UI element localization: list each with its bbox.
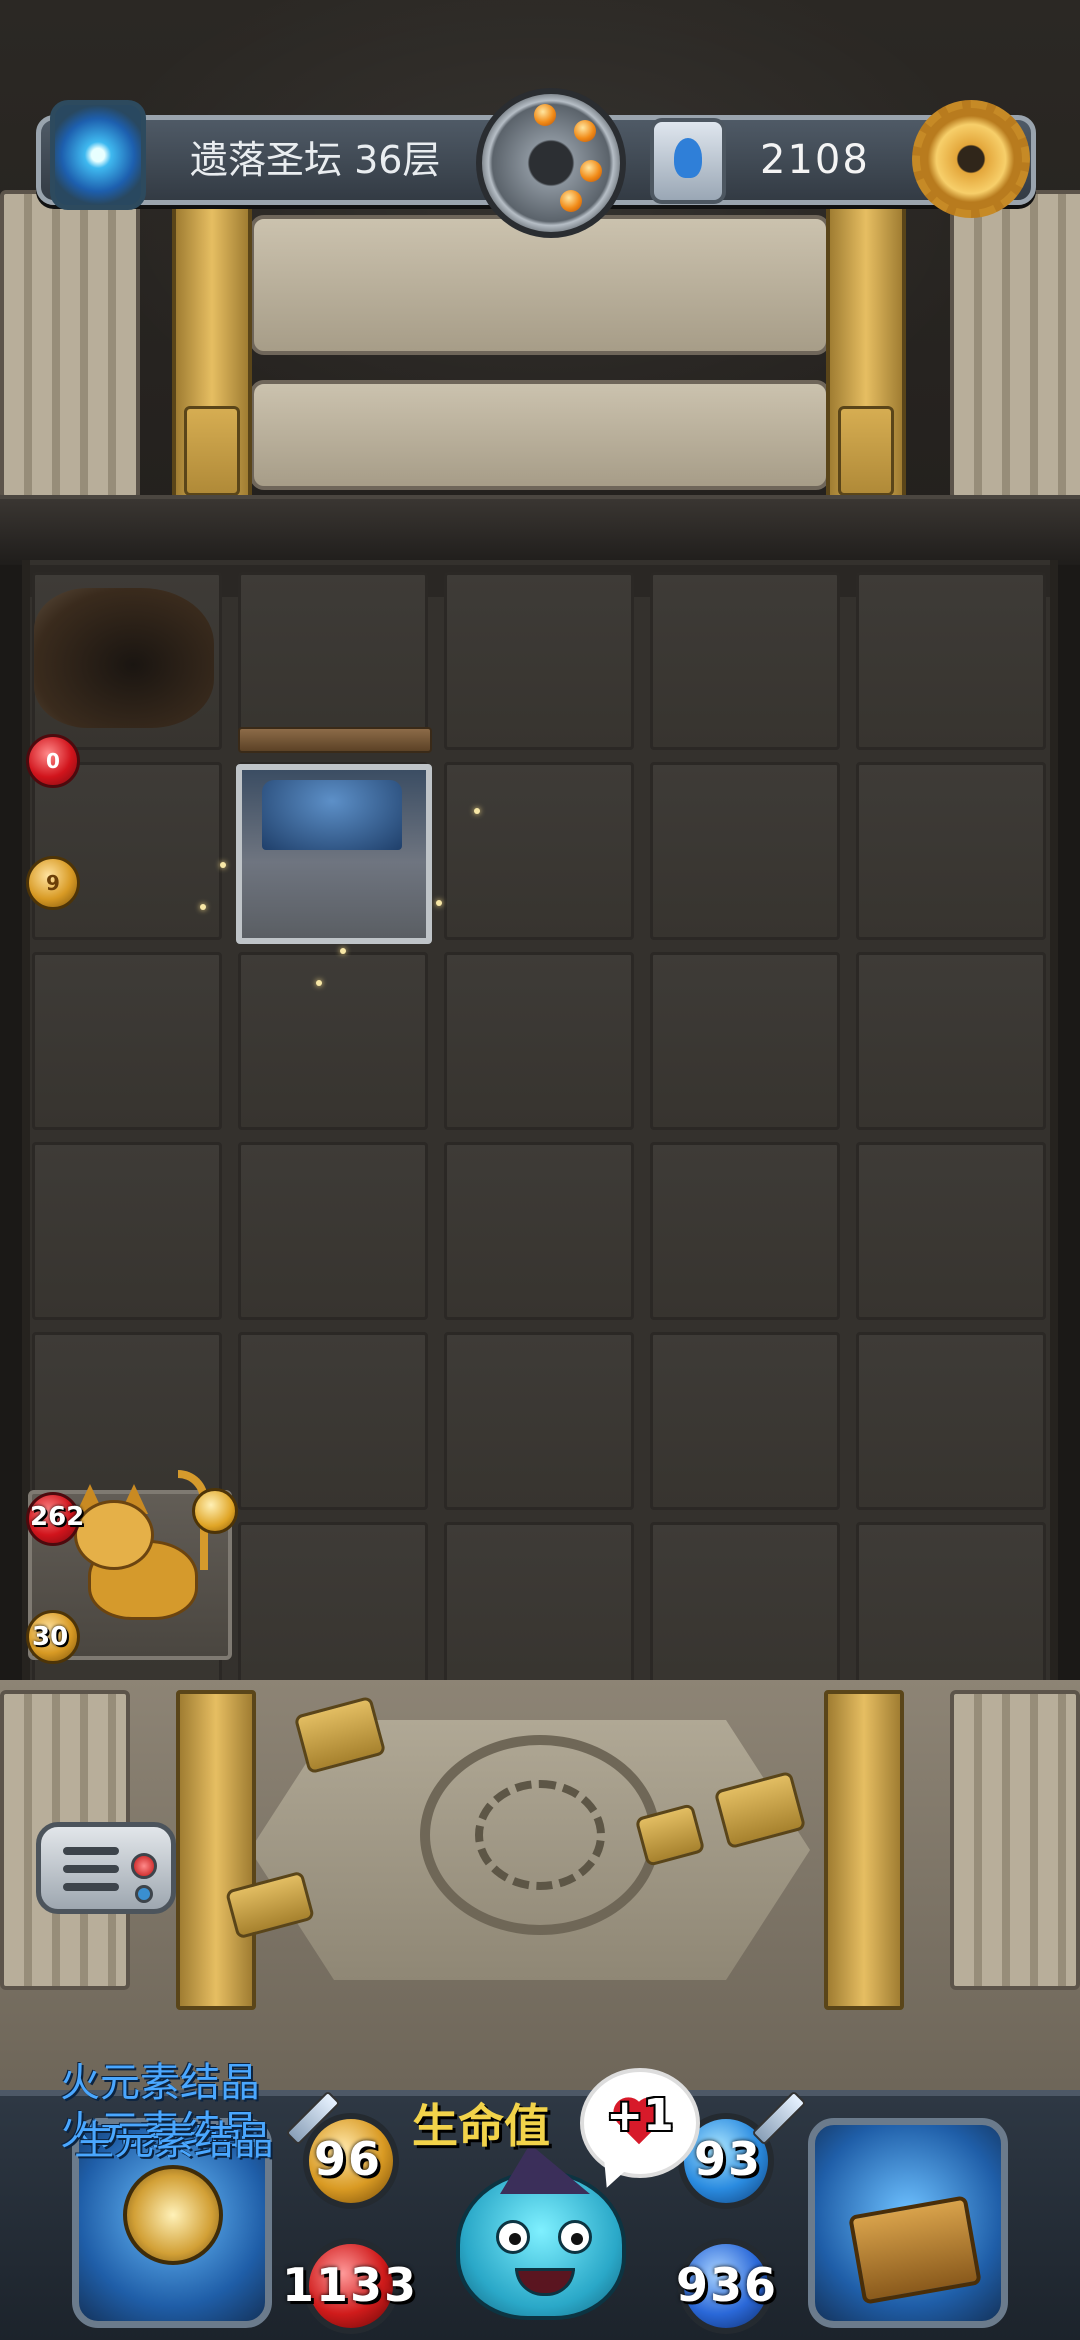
board-cell[interactable] [650,952,840,1130]
spellbook-button[interactable] [808,2118,1008,2328]
gem-icon [534,104,556,126]
right-gold-post [826,200,906,510]
board-cell[interactable] [238,572,428,750]
mp-stat: 936 [676,2258,779,2312]
board-cell[interactable] [650,1522,840,1700]
left-pillar [0,190,140,500]
sword-icon [192,1488,238,1534]
floor-title: 遗落圣坛 36层 [190,138,441,182]
sparkle [340,948,346,954]
rune-icon [838,406,894,496]
board-cell[interactable] [32,762,222,940]
gem-icon [560,190,582,212]
board-cell[interactable] [32,1142,222,1320]
wooden-plank [238,727,432,753]
board-cell[interactable] [238,1522,428,1700]
attack-potion-value: 9 [46,871,60,895]
hp-potion-icon: 0 [26,734,80,788]
board-cell[interactable] [856,1522,1046,1700]
board-cell[interactable] [444,1522,634,1700]
record-icon [131,1853,157,1879]
board-cell[interactable] [856,952,1046,1130]
board-cell[interactable] [650,762,840,940]
slime-mascot-icon [456,2144,626,2320]
menu-button[interactable] [36,1822,176,1914]
board-cell[interactable] [32,952,222,1130]
book-icon [848,2195,982,2305]
currency-count: 2108 [760,137,870,183]
board-cell[interactable] [444,952,634,1130]
board-cell[interactable] [444,762,634,940]
cat-monster-icon[interactable] [68,1470,218,1640]
sparkle [474,808,480,814]
board-cell[interactable] [238,1142,428,1320]
cat-head [74,1500,154,1570]
left-gold-post [172,200,252,510]
slime-eye [496,2220,530,2254]
board-cell[interactable] [650,1332,840,1510]
board-cell[interactable] [238,952,428,1130]
wall-rim [0,495,1080,565]
sparkle [316,980,322,986]
board-cell[interactable] [238,1332,428,1510]
slime-mouth [515,2268,575,2296]
right-pillar [950,190,1080,500]
board-cell[interactable] [650,1142,840,1320]
crystal-currency-icon [650,118,726,204]
gem-icon [574,120,596,142]
gear-icon[interactable] [912,100,1030,218]
attack-stat: 96 [314,2132,383,2186]
stairs-down-icon[interactable] [236,764,432,944]
board-cell[interactable] [856,762,1046,940]
altar-sigil-icon [475,1780,605,1890]
board-cell[interactable] [856,1142,1046,1320]
bomb-medallion-icon[interactable] [476,88,626,238]
hp-stat: 1133 [282,2258,419,2312]
board-cell[interactable] [650,572,840,750]
sparkle [200,904,206,910]
menu-line [63,1865,119,1873]
monster-attack: 30 [32,1622,69,1652]
slime-eye [558,2220,592,2254]
hp-gain-label: 生命值 [412,2099,550,2153]
board-cell[interactable] [856,1332,1046,1510]
left-gold-post [176,1690,256,2010]
sparkle [220,862,226,868]
sparkle [436,900,442,906]
right-pillar [950,1690,1080,1990]
defense-stat: 93 [694,2132,763,2186]
wall-stone [250,380,830,490]
attack-potion-icon: 9 [26,856,80,910]
board-cell[interactable] [444,572,634,750]
pickup-notice: 生元素结晶 [74,2118,274,2164]
hp-potion-value: 0 [46,749,60,773]
broken-floor-hole[interactable] [34,588,214,728]
monster-hp: 262 [30,1502,85,1532]
rune-icon [184,406,240,496]
status-dot-icon [135,1885,153,1903]
gem-icon [580,160,602,182]
portal-icon[interactable] [50,100,146,210]
hp-gain-value: +1 [606,2090,674,2141]
menu-line [63,1847,119,1855]
compass-emblem-icon [123,2165,223,2265]
board-cell[interactable] [856,572,1046,750]
board-cell[interactable] [444,1142,634,1320]
menu-line [63,1883,119,1891]
right-gold-post [824,1690,904,2010]
board-cell[interactable] [444,1332,634,1510]
